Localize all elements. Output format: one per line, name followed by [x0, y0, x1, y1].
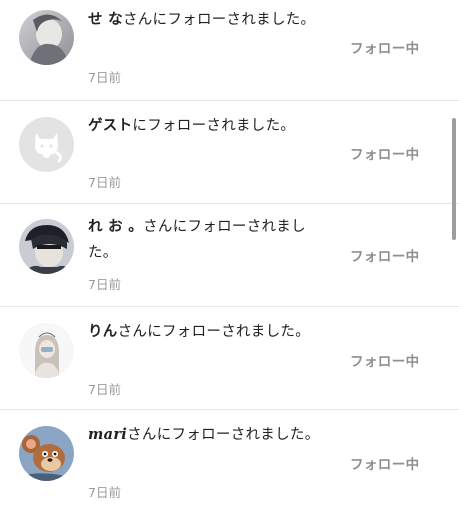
- username[interactable]: れ お 。: [88, 219, 143, 235]
- notification-text: mariさんにフォローされました。: [88, 422, 320, 448]
- timestamp: 7日前: [88, 70, 121, 85]
- notification-message: さんにフォローされました。: [117, 324, 311, 340]
- notification-item[interactable]: mariさんにフォローされました。 7日前 フォロー中: [0, 409, 459, 512]
- cartoon-mouse-icon[interactable]: [19, 426, 74, 481]
- notification-list: せ なさんにフォローされました。 7日前 フォロー中 ゲストにフォローされました…: [0, 0, 459, 512]
- notification-message: にフォローされました。: [132, 118, 296, 134]
- notification-text: れ お 。さんにフォローされました。: [88, 214, 320, 266]
- user-illustration-icon[interactable]: [19, 323, 74, 378]
- scrollbar[interactable]: [452, 118, 456, 240]
- notification-item[interactable]: りんさんにフォローされました。 7日前 フォロー中: [0, 306, 459, 409]
- timestamp: 7日前: [88, 485, 121, 500]
- username[interactable]: せ な: [88, 12, 123, 28]
- user-photo-dark-icon[interactable]: [19, 219, 74, 274]
- username[interactable]: りん: [88, 324, 118, 340]
- guest-cat-icon[interactable]: [19, 117, 74, 172]
- notification-message: さんにフォローされました。: [122, 12, 316, 28]
- user-photo-gray-icon[interactable]: [19, 10, 74, 65]
- notification-text: せ なさんにフォローされました。: [88, 7, 320, 33]
- timestamp: 7日前: [88, 175, 121, 190]
- timestamp: 7日前: [88, 277, 121, 292]
- notification-item[interactable]: れ お 。さんにフォローされました。 7日前 フォロー中: [0, 203, 459, 306]
- notification-text: りんさんにフォローされました。: [88, 319, 320, 345]
- following-button[interactable]: フォロー中: [350, 245, 420, 265]
- notification-item[interactable]: ゲストにフォローされました。 7日前 フォロー中: [0, 100, 459, 203]
- following-button[interactable]: フォロー中: [350, 453, 420, 473]
- notification-text: ゲストにフォローされました。: [88, 113, 320, 139]
- username[interactable]: ゲスト: [88, 118, 132, 134]
- following-button[interactable]: フォロー中: [350, 350, 420, 370]
- notification-message: さんにフォローされました。: [127, 427, 320, 443]
- notification-item[interactable]: せ なさんにフォローされました。 7日前 フォロー中: [0, 0, 459, 100]
- username[interactable]: mari: [88, 426, 127, 443]
- following-button[interactable]: フォロー中: [350, 37, 420, 57]
- timestamp: 7日前: [88, 382, 121, 397]
- following-button[interactable]: フォロー中: [350, 143, 420, 163]
